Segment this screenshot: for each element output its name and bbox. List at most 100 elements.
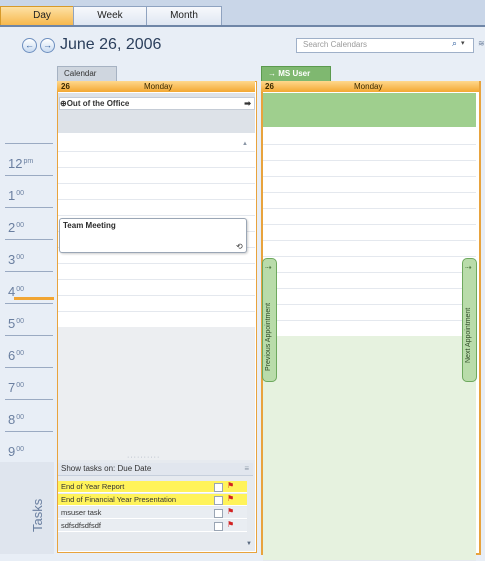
tab-ms-user[interactable]: → MS User xyxy=(261,66,331,81)
time-slot[interactable] xyxy=(58,391,255,408)
time-slot[interactable] xyxy=(263,416,476,433)
time-slot[interactable] xyxy=(263,208,476,225)
time-slot[interactable] xyxy=(263,304,476,321)
next-day-button[interactable]: → xyxy=(40,38,55,53)
time-slot[interactable] xyxy=(263,272,476,289)
time-slot[interactable] xyxy=(58,279,255,296)
task-name: sdfsdfsdfsdf xyxy=(61,521,102,530)
next-appointment-label: Next Appointment xyxy=(465,307,472,363)
time-slot[interactable] xyxy=(58,407,255,424)
time-slot[interactable] xyxy=(58,183,255,200)
time-slot[interactable] xyxy=(263,432,476,449)
time-slot[interactable] xyxy=(58,327,255,344)
appointment-title: Team Meeting xyxy=(63,221,116,230)
hour-label: 300 xyxy=(5,239,53,272)
view-bar-divider xyxy=(0,25,485,27)
time-slot[interactable] xyxy=(58,199,255,216)
hour-label: 200 xyxy=(5,207,53,240)
flag-icon[interactable]: ⚑ xyxy=(227,520,234,529)
hour-label: 500 xyxy=(5,303,53,336)
expand-icon[interactable]: ≋ xyxy=(478,39,485,48)
time-slot[interactable] xyxy=(263,192,476,209)
hour-label: 12pm xyxy=(5,143,53,176)
tab-week[interactable]: Week xyxy=(73,6,147,25)
time-slot[interactable] xyxy=(263,528,476,545)
task-checkbox[interactable] xyxy=(214,509,223,518)
all-day-area-ms-user[interactable] xyxy=(263,93,476,127)
hour-label: 900 xyxy=(5,431,53,464)
previous-appointment-label: Previous Appointment xyxy=(265,302,272,371)
expand-glyph-icon: ⊕ xyxy=(60,99,67,108)
search-placeholder: Search Calendars xyxy=(303,40,368,49)
time-slot[interactable] xyxy=(263,400,476,417)
time-slot[interactable] xyxy=(263,480,476,497)
tasks-sidebar xyxy=(0,462,54,554)
time-slot[interactable] xyxy=(263,384,476,401)
time-slot[interactable] xyxy=(58,311,255,328)
page-title: June 26, 2006 xyxy=(60,36,162,53)
resize-handle[interactable]: ·········· xyxy=(127,454,160,461)
tab-day[interactable]: Day xyxy=(0,6,84,25)
task-checkbox[interactable] xyxy=(214,496,223,505)
time-slot[interactable] xyxy=(263,320,476,337)
event-title: Out of the Office xyxy=(66,99,130,108)
hour-label: 800 xyxy=(5,399,53,432)
time-slot[interactable] xyxy=(58,151,255,168)
time-slot[interactable] xyxy=(58,263,255,280)
day-name: Monday xyxy=(354,82,383,91)
time-slot[interactable] xyxy=(58,375,255,392)
flag-icon[interactable]: ⚑ xyxy=(227,507,234,516)
tab-month[interactable]: Month xyxy=(146,6,222,25)
day-number: 26 xyxy=(61,82,70,91)
search-icon[interactable]: ⌕ xyxy=(452,38,457,49)
flag-icon[interactable]: ⚑ xyxy=(227,494,234,503)
time-slot[interactable] xyxy=(58,423,255,440)
time-slot[interactable] xyxy=(58,343,255,360)
time-slot[interactable] xyxy=(263,144,476,161)
chevron-down-icon[interactable]: ▾ xyxy=(461,39,465,47)
task-name: End of Financial Year Presentation xyxy=(61,495,177,504)
task-name: End of Year Report xyxy=(61,482,125,491)
previous-day-button[interactable]: ← xyxy=(22,38,37,53)
time-slot[interactable] xyxy=(263,256,476,273)
time-slot[interactable] xyxy=(263,176,476,193)
task-checkbox[interactable] xyxy=(214,522,223,531)
time-slot[interactable] xyxy=(263,160,476,177)
previous-appointment-tab[interactable]: ⇢ Previous Appointment xyxy=(262,258,277,382)
tasks-header[interactable]: Show tasks on: Due Date ≡ xyxy=(58,463,253,476)
time-slot[interactable] xyxy=(58,295,255,312)
out-of-office-event[interactable]: ⊕Out of the Office ➡ xyxy=(59,97,255,110)
time-slot[interactable] xyxy=(263,544,476,561)
task-checkbox[interactable] xyxy=(214,483,223,492)
time-slot[interactable] xyxy=(263,352,476,369)
task-name: msuser task xyxy=(61,508,102,517)
time-slot[interactable] xyxy=(58,359,255,376)
overlay-arrow-icon[interactable]: → xyxy=(268,69,276,78)
flag-icon[interactable]: ⚑ xyxy=(227,481,234,490)
next-appointment-tab[interactable]: ⇢ Next Appointment xyxy=(462,258,477,382)
collapse-icon[interactable]: ≡ xyxy=(244,463,249,475)
time-slot[interactable] xyxy=(263,512,476,529)
time-slot[interactable] xyxy=(263,128,476,145)
time-slot[interactable] xyxy=(263,336,476,353)
tasks-label: Tasks xyxy=(30,498,45,532)
hour-label: 700 xyxy=(5,367,53,400)
current-time-marker xyxy=(14,297,54,300)
scroll-up-button[interactable]: ▲ xyxy=(242,141,248,147)
time-slot[interactable] xyxy=(263,368,476,385)
time-slot[interactable] xyxy=(58,135,255,152)
time-slot[interactable] xyxy=(263,496,476,513)
time-slot[interactable] xyxy=(263,288,476,305)
day-name: Monday xyxy=(144,82,173,91)
time-slot[interactable] xyxy=(263,448,476,465)
time-slot[interactable] xyxy=(58,167,255,184)
continue-arrow-icon: ➡ xyxy=(244,99,251,108)
scroll-down-button[interactable]: ▼ xyxy=(246,541,252,547)
arrow-icon: ⇢ xyxy=(465,263,472,272)
time-slot[interactable] xyxy=(263,240,476,257)
tab-calendar[interactable]: Calendar xyxy=(57,66,117,81)
hour-label: 600 xyxy=(5,335,53,368)
time-slot[interactable] xyxy=(263,224,476,241)
time-slot[interactable] xyxy=(263,464,476,481)
hour-label: 100 xyxy=(5,175,53,208)
